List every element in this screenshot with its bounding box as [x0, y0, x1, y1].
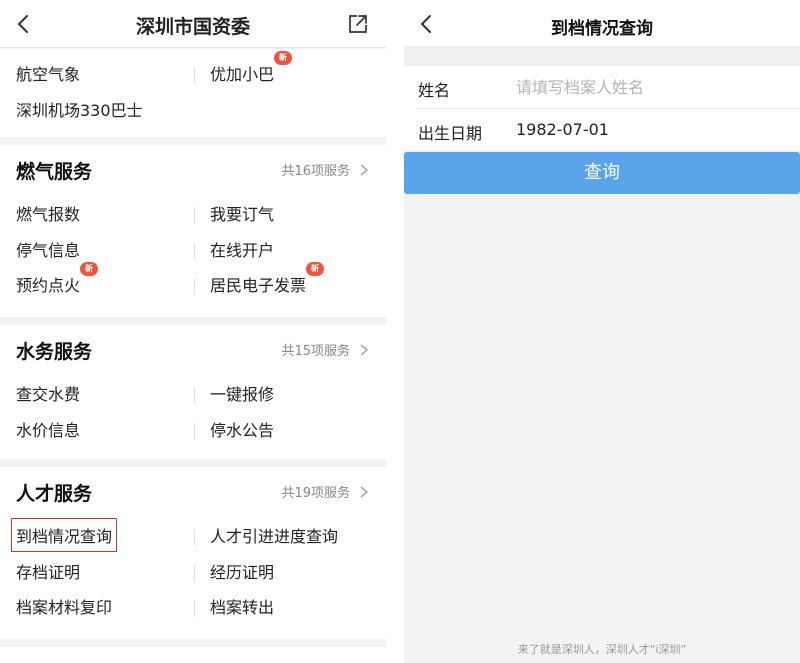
name-label: 姓名: [418, 81, 451, 100]
section-header: 燃气服务 共16项服务: [0, 145, 386, 193]
birth-date-label: 出生日期: [418, 124, 483, 143]
service-row: 航空气象 优加小巴新: [0, 51, 386, 93]
service-label: 居民电子发票: [210, 276, 307, 295]
service-label: 人才引进进度查询: [210, 527, 339, 546]
service-label: 优加小巴: [210, 65, 275, 84]
service-item[interactable]: 停气信息: [16, 237, 80, 261]
more-services-link[interactable]: 共16项服务: [281, 160, 370, 179]
service-label: 在线开户: [210, 240, 275, 260]
chevron-right-icon: [360, 163, 369, 176]
page-title: 到档情况查询: [551, 19, 653, 39]
birth-date-field[interactable]: 1982-07-01: [516, 120, 609, 139]
divider: [194, 564, 195, 582]
service-label: 水价信息: [16, 420, 81, 440]
chevron-right-icon: [360, 485, 369, 498]
service-label: 深圳机场330巴士: [16, 100, 143, 120]
service-row: 到档情况查询 人才引进进度查询: [0, 518, 386, 555]
section-title: 燃气服务: [16, 161, 93, 183]
service-item-archive-query[interactable]: 到档情况查询: [10, 518, 118, 552]
service-label: 我要订气: [210, 205, 275, 224]
divider: [194, 387, 195, 404]
new-badge: 新: [274, 51, 293, 65]
more-services-label: 共15项服务: [281, 344, 350, 359]
section-misc: 航空气象 优加小巴新 深圳机场330巴士: [0, 49, 386, 137]
section-talent: 人才服务 共19项服务 到档情况查询 人才引进进度查询 存档证明 经历证明 档案…: [0, 467, 386, 639]
query-form: 姓名 出生日期 1982-07-01: [404, 66, 800, 150]
service-item[interactable]: 燃气报数: [16, 201, 80, 225]
new-badge: 新: [80, 262, 99, 276]
service-row: 存档证明 经历证明: [0, 555, 386, 591]
service-label: 档案转出: [210, 598, 275, 617]
service-item[interactable]: 航空气象: [16, 61, 80, 85]
service-item[interactable]: 查交水费: [16, 381, 80, 405]
service-label: 到档情况查询: [16, 527, 113, 546]
section-header: 水务服务 共15项服务: [0, 325, 386, 373]
service-label: 航空气象: [16, 65, 81, 84]
left-screen: 深圳市国资委 航空气象 优加小巴新 深圳机场330巴士 燃气服务 共16项服务: [0, 0, 386, 663]
service-item[interactable]: 停水公告: [210, 417, 274, 441]
service-item[interactable]: 预约点火新: [16, 262, 99, 296]
more-services-label: 共16项服务: [281, 164, 350, 179]
service-row: 深圳机场330巴士: [0, 93, 386, 129]
section-title: 人才服务: [16, 483, 93, 505]
service-item[interactable]: 在线开户: [210, 237, 274, 261]
share-icon[interactable]: [346, 12, 370, 36]
service-item[interactable]: 深圳机场330巴士: [16, 97, 143, 121]
right-nav-bar: 到档情况查询: [404, 0, 800, 46]
section-header: 人才服务 共19项服务: [0, 467, 386, 515]
service-row: 停气信息 在线开户: [0, 233, 386, 269]
section-next: [0, 647, 386, 663]
form-row-name: 姓名: [404, 66, 800, 108]
service-item[interactable]: 居民电子发票新: [210, 262, 325, 296]
service-label: 燃气报数: [16, 205, 81, 224]
section-gas: 燃气服务 共16项服务 燃气报数 我要订气 停气信息 在线开户 预约点火新 居民…: [0, 145, 386, 317]
divider: [194, 242, 195, 260]
screen-divider: [386, 0, 404, 663]
form-row-birth: 出生日期 1982-07-01: [416, 108, 800, 150]
footer-slogan: 来了就是深圳人，深圳人才“i深圳”: [517, 643, 687, 656]
service-label: 存档证明: [16, 562, 81, 582]
service-item[interactable]: 档案材料复印: [16, 594, 112, 618]
service-item[interactable]: 优加小巴新: [210, 51, 293, 85]
service-row: 燃气报数 我要订气: [0, 197, 386, 233]
service-item[interactable]: 我要订气: [210, 201, 274, 225]
service-label: 查交水费: [16, 385, 81, 404]
service-label: 停气信息: [16, 240, 81, 260]
name-input[interactable]: [516, 74, 786, 100]
divider: [194, 207, 195, 224]
service-item[interactable]: 存档证明: [16, 559, 80, 583]
divider: [194, 422, 195, 440]
section-water: 水务服务 共15项服务 查交水费 一键报修 水价信息 停水公告: [0, 325, 386, 459]
chevron-right-icon: [360, 343, 369, 356]
section-title: 水务服务: [16, 341, 93, 363]
service-item[interactable]: 水价信息: [16, 417, 80, 441]
service-label: 一键报修: [210, 385, 275, 404]
service-label: 停水公告: [210, 420, 275, 440]
service-row: 预约点火新 居民电子发票新: [0, 262, 386, 304]
service-label: 档案材料复印: [16, 598, 113, 617]
service-row: 水价信息 停水公告: [0, 413, 386, 449]
right-screen: 到档情况查询 姓名 出生日期 1982-07-01 查询 来了就是深圳人，深圳人…: [404, 0, 800, 663]
service-label: 预约点火: [16, 276, 81, 295]
divider: [194, 600, 195, 617]
service-item[interactable]: 人才引进进度查询: [210, 523, 338, 547]
more-services-link[interactable]: 共15项服务: [281, 340, 370, 359]
page-title: 深圳市国资委: [135, 16, 250, 38]
service-item[interactable]: 档案转出: [210, 594, 274, 618]
service-item[interactable]: 一键报修: [210, 381, 274, 405]
divider: [194, 529, 195, 546]
left-nav-bar: 深圳市国资委: [0, 0, 386, 48]
service-label: 经历证明: [210, 562, 275, 582]
more-services-link[interactable]: 共19项服务: [281, 482, 370, 501]
header-band: [404, 46, 800, 66]
divider: [194, 67, 195, 84]
service-row: 档案材料复印 档案转出: [0, 590, 386, 626]
new-badge: 新: [306, 262, 325, 276]
more-services-label: 共19项服务: [281, 486, 350, 501]
query-button[interactable]: 查询: [404, 152, 800, 194]
divider: [194, 278, 195, 295]
service-row: 查交水费 一键报修: [0, 377, 386, 413]
service-item[interactable]: 经历证明: [210, 559, 274, 583]
